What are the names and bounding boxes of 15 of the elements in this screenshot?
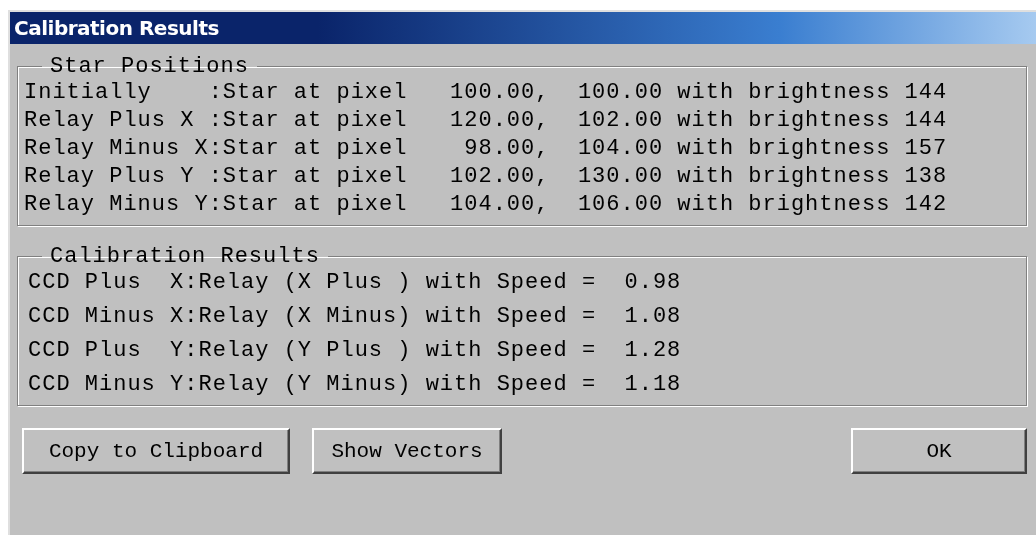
result-line: Relay Plus Y :Star at pixel 102.00, 130.00 with brightness 138 bbox=[24, 163, 949, 191]
dialog-button[interactable]: Show Vectors bbox=[312, 428, 502, 474]
group-label: Star Positions bbox=[49, 54, 250, 79]
result-line: Relay Minus X:Star at pixel 98.00, 104.00 with brightness 157 bbox=[24, 135, 949, 163]
result-line: Initially :Star at pixel 100.00, 100.00 with brightness 144 bbox=[24, 79, 949, 107]
group-label: Calibration Results bbox=[49, 244, 321, 269]
ok-button[interactable]: OK bbox=[851, 428, 1027, 474]
dialog-button[interactable]: Copy to Clipboard bbox=[22, 428, 290, 474]
result-line: Relay Minus Y:Star at pixel 104.00, 106.00 with brightness 142 bbox=[24, 191, 949, 219]
window-title: Calibration Results bbox=[14, 16, 219, 40]
result-line: Relay Plus X :Star at pixel 120.00, 102.00 with brightness 144 bbox=[24, 107, 949, 135]
result-line: CCD Plus X:Relay (X Plus ) with Speed = 0.98 bbox=[27, 269, 683, 297]
result-line: CCD Minus X:Relay (X Minus) with Speed = 1.08 bbox=[27, 303, 683, 331]
result-line: CCD Plus Y:Relay (Y Plus ) with Speed = 1.28 bbox=[27, 337, 683, 365]
result-line: CCD Minus Y:Relay (Y Minus) with Speed = 1.18 bbox=[27, 371, 683, 399]
